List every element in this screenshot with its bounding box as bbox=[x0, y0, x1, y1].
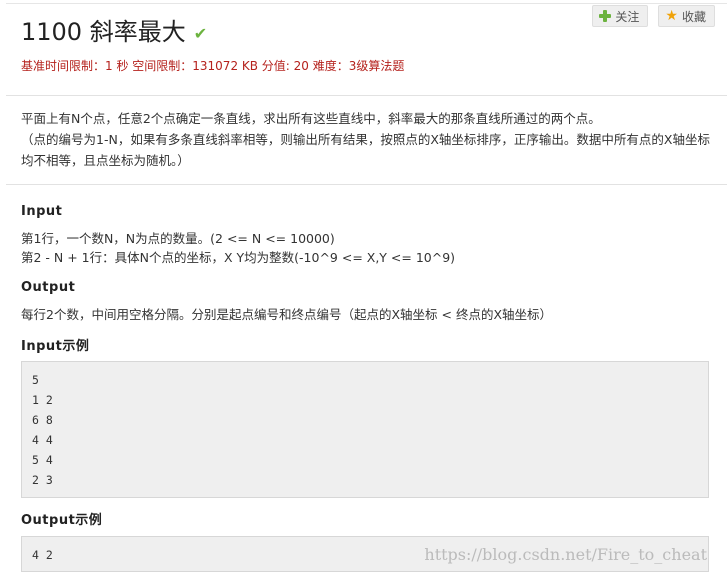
collect-label: 收藏 bbox=[681, 9, 706, 24]
sample-line: 1 2 bbox=[32, 393, 53, 407]
follow-label: 关注 bbox=[615, 9, 640, 24]
output-line: 每行2个数，中间用空格分隔。分别是起点编号和终点编号（起点的X轴坐标 < 终点的… bbox=[21, 307, 553, 322]
collect-button[interactable]: ★ 收藏 bbox=[658, 5, 715, 27]
sample-line: 5 4 bbox=[32, 453, 53, 467]
watermark: https://blog.csdn.net/Fire_to_cheat bbox=[424, 545, 707, 564]
follow-button[interactable]: 关注 bbox=[592, 5, 649, 27]
problem-description: 平面上有N个点，任意2个点确定一条直线，求出所有这些直线中，斜率最大的那条直线所… bbox=[21, 108, 713, 171]
description-line: 平面上有N个点，任意2个点确定一条直线，求出所有这些直线中，斜率最大的那条直线所… bbox=[21, 111, 601, 126]
input-heading: Input bbox=[21, 204, 63, 219]
input-sample-heading: Input示例 bbox=[21, 339, 90, 354]
check-icon: ✔ bbox=[193, 24, 208, 43]
top-divider bbox=[6, 3, 727, 4]
input-description: 第1行，一个数N，N为点的数量。(2 <= N <= 10000) 第2 - N… bbox=[21, 229, 717, 267]
description-line: （点的编号为1-N，如果有多条直线斜率相等，则输出所有结果，按照点的X轴坐标排序… bbox=[21, 132, 710, 168]
input-line: 第2 - N + 1行：具体N个点的坐标，X Y均为整数(-10^9 <= X,… bbox=[21, 250, 456, 265]
input-line: 第1行，一个数N，N为点的数量。(2 <= N <= 10000) bbox=[21, 231, 335, 246]
output-heading: Output bbox=[21, 280, 76, 295]
action-buttons: 关注 ★ 收藏 bbox=[592, 5, 715, 27]
sample-line: 6 8 bbox=[32, 413, 53, 427]
sample-line: 5 bbox=[32, 373, 39, 387]
sample-line: 2 3 bbox=[32, 473, 53, 487]
sample-line: 4 4 bbox=[32, 433, 53, 447]
output-sample-heading: Output示例 bbox=[21, 513, 103, 528]
problem-meta: 基准时间限制：1 秒 空间限制：131072 KB 分值: 20 难度：3级算法… bbox=[21, 59, 405, 73]
problem-title: 1100 斜率最大 bbox=[21, 18, 186, 46]
star-icon: ★ bbox=[665, 8, 678, 24]
divider bbox=[6, 184, 727, 185]
input-sample-box: 5 1 2 6 8 4 4 5 4 2 3 bbox=[21, 361, 709, 498]
divider bbox=[6, 95, 727, 96]
output-description: 每行2个数，中间用空格分隔。分别是起点编号和终点编号（起点的X轴坐标 < 终点的… bbox=[21, 305, 717, 324]
plus-icon bbox=[599, 10, 612, 22]
